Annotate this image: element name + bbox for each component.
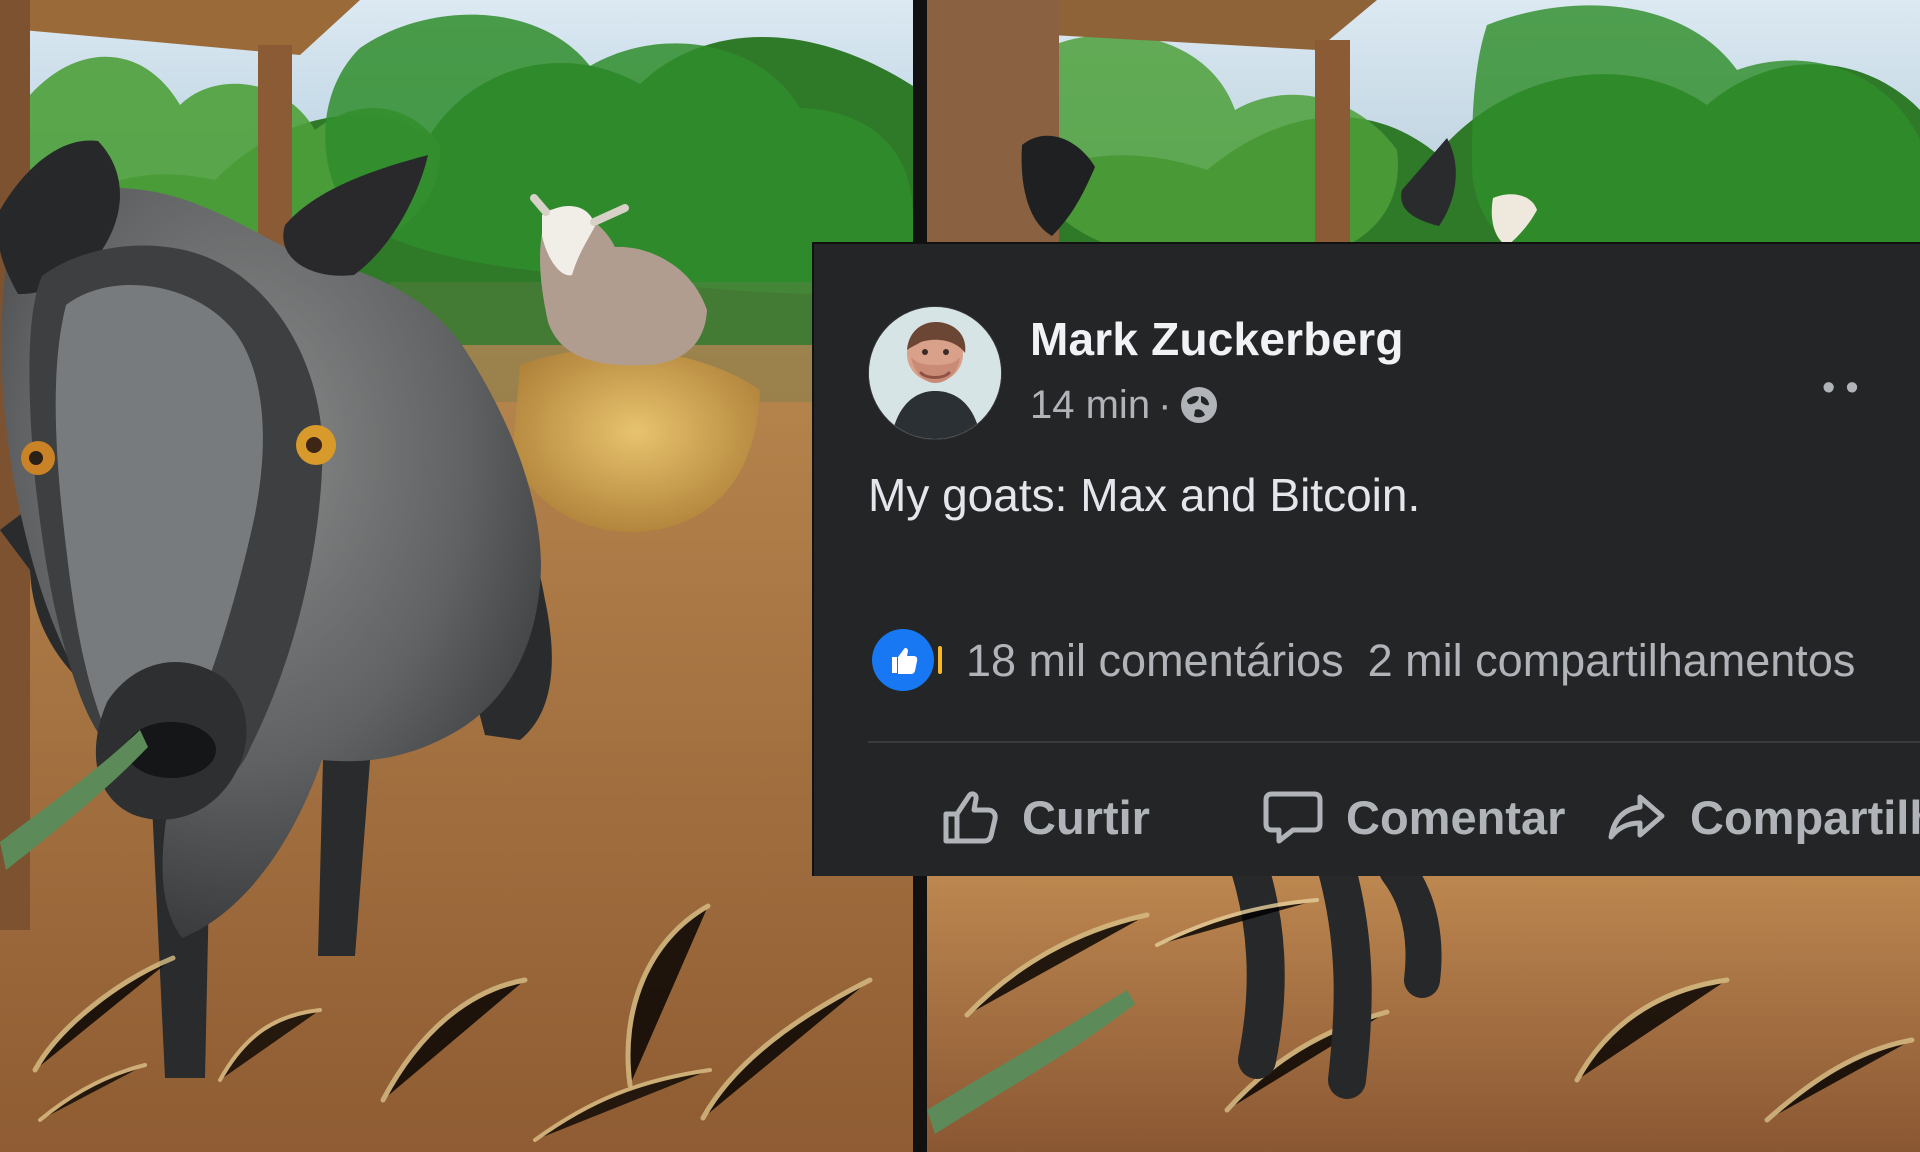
more-dot: • — [1845, 376, 1861, 400]
comment-icon — [1263, 791, 1323, 844]
author-avatar[interactable] — [868, 306, 1002, 440]
facebook-post-card: Mark Zuckerberg 14 min · • • My goats: M… — [812, 242, 1920, 876]
like-button[interactable]: Curtir — [938, 780, 1150, 854]
comment-button[interactable]: Comentar — [1262, 780, 1565, 854]
share-label: Compartilhar — [1690, 790, 1920, 844]
share-button[interactable]: Compartilhar — [1606, 780, 1920, 854]
meta-separator: · — [1158, 383, 1172, 427]
reaction-accent — [938, 646, 942, 674]
avatar-image — [869, 307, 1001, 439]
post-actions: Curtir Comentar Compartilhar — [938, 780, 1920, 854]
thumbs-up-icon — [943, 791, 998, 844]
more-dot: • — [1822, 376, 1838, 400]
post-text: My goats: Max and Bitcoin. — [868, 469, 1421, 521]
post-time[interactable]: 14 min — [1030, 385, 1150, 425]
like-reaction-icon[interactable] — [872, 629, 934, 691]
comment-label: Comentar — [1346, 790, 1566, 844]
like-label: Curtir — [1022, 790, 1150, 844]
goat-photo-left-illustration — [0, 0, 913, 1152]
thumbs-up-icon — [892, 647, 918, 674]
left-goat-photo — [0, 0, 913, 1152]
share-count[interactable]: 2 mil compartilhamentos — [1368, 638, 1856, 683]
post-actions-divider — [868, 741, 1920, 743]
post-meta: 14 min · — [1030, 385, 1219, 425]
more-horizontal-icon[interactable]: • • — [1822, 376, 1876, 400]
post-header: Mark Zuckerberg 14 min · • • — [868, 306, 1868, 442]
comment-count[interactable]: 18 mil comentários — [966, 638, 1344, 683]
share-arrow-icon — [1608, 794, 1665, 840]
reactions-row: 18 mil comentários 2 mil compartilhament… — [872, 629, 1912, 691]
author-name[interactable]: Mark Zuckerberg — [1030, 316, 1404, 362]
goat-post-composite: Mark Zuckerberg 14 min · • • My goats: M… — [0, 0, 1920, 1152]
globe-icon[interactable] — [1179, 385, 1219, 425]
